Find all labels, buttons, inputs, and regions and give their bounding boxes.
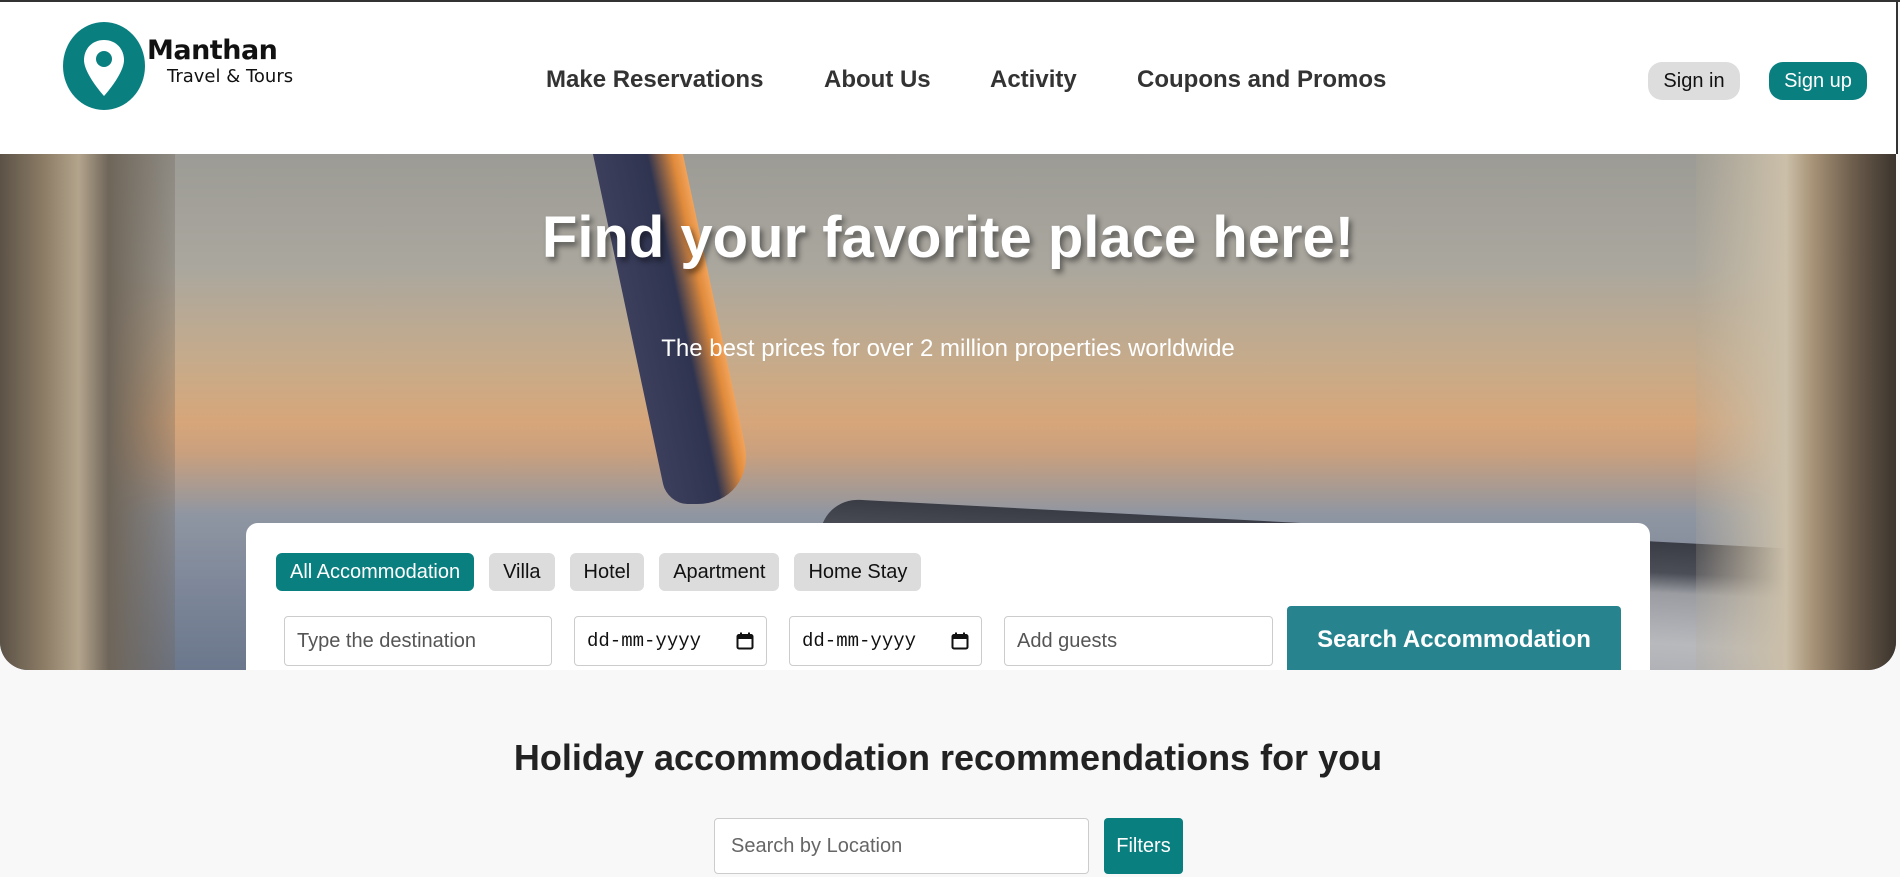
nav-about-us[interactable]: About Us <box>824 66 931 94</box>
sign-in-button[interactable]: Sign in <box>1648 62 1740 100</box>
search-accommodation-button[interactable]: Search Accommodation <box>1287 606 1621 670</box>
map-pin-icon <box>63 22 145 110</box>
location-search-input[interactable]: Search by Location <box>714 818 1089 874</box>
chip-villa[interactable]: Villa <box>489 553 555 591</box>
chip-home-stay[interactable]: Home Stay <box>794 553 922 591</box>
nav-make-reservations[interactable]: Make Reservations <box>546 66 763 94</box>
calendar-icon[interactable] <box>951 632 969 650</box>
recommendations-title: Holiday accommodation recommendations fo… <box>513 737 1383 778</box>
checkout-date-value: dd-mm-yyyy <box>802 630 917 652</box>
destination-input[interactable]: Type the destination <box>284 616 552 666</box>
filters-button[interactable]: Filters <box>1104 818 1183 874</box>
site-header: Manthan Travel & Tours Make Reservations… <box>0 2 1898 154</box>
calendar-icon[interactable] <box>736 632 754 650</box>
brand-logo[interactable]: Manthan Travel & Tours <box>63 22 293 110</box>
search-card: All Accommodation Villa Hotel Apartment … <box>246 523 1650 670</box>
checkin-date-value: dd-mm-yyyy <box>587 630 702 652</box>
brand-tagline: Travel & Tours <box>167 66 294 87</box>
hero-title: Find your favorite place here! <box>541 205 1355 270</box>
nav-coupons-promos[interactable]: Coupons and Promos <box>1137 66 1386 94</box>
hero-subtitle: The best prices for over 2 million prope… <box>661 335 1235 362</box>
hero-banner: Find your favorite place here! The best … <box>0 154 1896 670</box>
chip-hotel[interactable]: Hotel <box>569 553 645 591</box>
checkout-date-input[interactable]: dd-mm-yyyy <box>789 616 982 666</box>
category-chips: All Accommodation Villa Hotel Apartment … <box>276 553 922 591</box>
checkin-date-input[interactable]: dd-mm-yyyy <box>574 616 767 666</box>
sign-up-button[interactable]: Sign up <box>1769 62 1867 100</box>
chip-all-accommodation[interactable]: All Accommodation <box>276 553 475 591</box>
brand-name: Manthan <box>147 35 278 66</box>
chip-apartment[interactable]: Apartment <box>659 553 780 591</box>
nav-activity[interactable]: Activity <box>990 66 1077 94</box>
guests-input[interactable]: Add guests <box>1004 616 1273 666</box>
